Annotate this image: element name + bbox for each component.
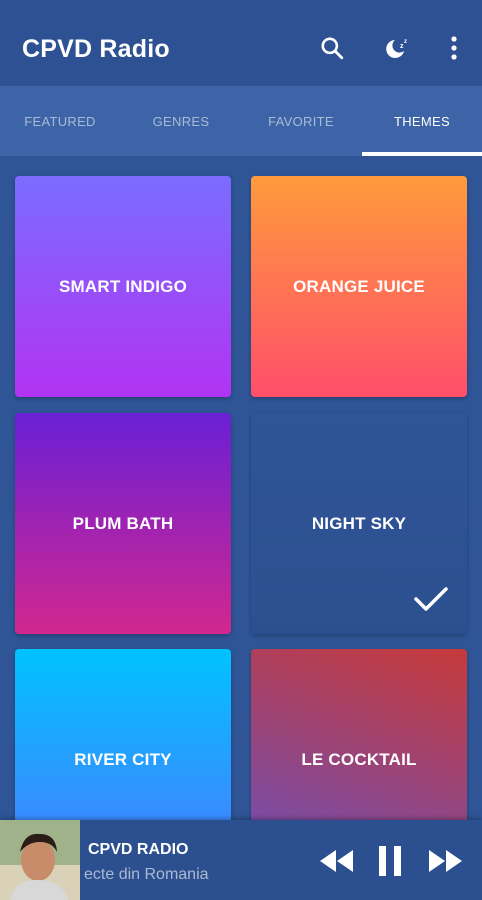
mini-player[interactable]: CPVD RADIO ecte din Romania bbox=[0, 820, 482, 900]
check-icon bbox=[413, 585, 449, 618]
theme-tile-le-cocktail[interactable]: LE COCKTAIL bbox=[251, 649, 467, 820]
search-icon[interactable] bbox=[318, 34, 346, 62]
fast-forward-icon[interactable] bbox=[428, 846, 464, 876]
theme-name: SMART INDIGO bbox=[58, 276, 187, 296]
theme-name: PLUM BATH bbox=[72, 513, 174, 533]
theme-tile-smart-indigo[interactable]: SMART INDIGO bbox=[15, 176, 231, 397]
tab-favorite[interactable]: FAVORITE bbox=[241, 86, 361, 156]
theme-name: RIVER CITY bbox=[74, 749, 172, 769]
svg-text:z: z bbox=[404, 39, 407, 45]
theme-tile-river-city[interactable]: RIVER CITY bbox=[15, 649, 231, 820]
theme-name: ORANGE JUICE bbox=[293, 276, 425, 296]
sleep-timer-icon[interactable]: z z bbox=[383, 34, 411, 62]
app-bar: CPVD Radio z z bbox=[0, 0, 482, 86]
app-title: CPVD Radio bbox=[22, 35, 170, 63]
themes-grid: SMART INDIGO ORANGE JUICE PLUM BATH NIGH… bbox=[0, 156, 482, 820]
theme-tile-orange-juice[interactable]: ORANGE JUICE bbox=[251, 176, 467, 397]
pause-icon[interactable] bbox=[375, 846, 405, 876]
station-name: CPVD RADIO bbox=[88, 841, 189, 858]
more-vert-icon[interactable] bbox=[440, 34, 468, 62]
theme-name: NIGHT SKY bbox=[311, 513, 407, 533]
rewind-icon[interactable] bbox=[318, 846, 354, 876]
tab-themes[interactable]: THEMES bbox=[362, 86, 482, 156]
tab-genres[interactable]: GENRES bbox=[121, 86, 241, 156]
station-avatar bbox=[0, 820, 80, 900]
theme-name: LE COCKTAIL bbox=[301, 749, 417, 769]
tab-bar: FEATURED GENRES FAVORITE THEMES bbox=[0, 86, 482, 156]
theme-tile-plum-bath[interactable]: PLUM BATH bbox=[15, 413, 231, 634]
station-subtitle: ecte din Romania bbox=[84, 866, 209, 883]
theme-tile-night-sky[interactable]: NIGHT SKY bbox=[251, 413, 467, 634]
tab-featured[interactable]: FEATURED bbox=[0, 86, 120, 156]
